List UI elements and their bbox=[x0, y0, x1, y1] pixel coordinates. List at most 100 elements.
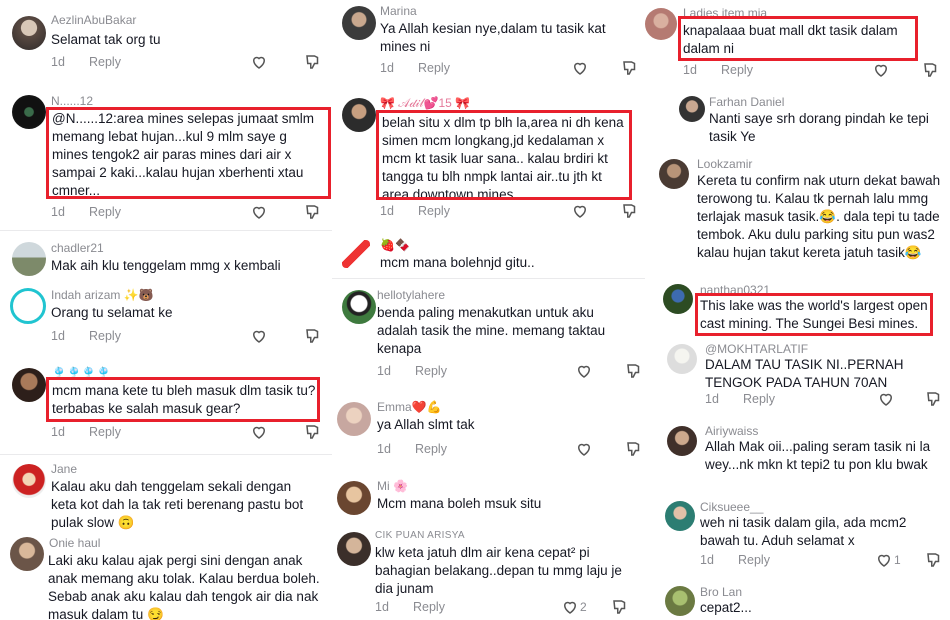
comment-username[interactable]: Onie haul bbox=[49, 536, 100, 550]
comment-username[interactable]: Bro Lan bbox=[700, 585, 742, 599]
avatar[interactable] bbox=[663, 284, 693, 314]
avatar[interactable] bbox=[342, 6, 376, 40]
dislike-icon[interactable] bbox=[620, 202, 640, 220]
like-heart-icon[interactable] bbox=[574, 440, 594, 458]
comment-username[interactable]: Jane bbox=[51, 462, 77, 476]
avatar[interactable] bbox=[342, 290, 376, 324]
comment-text: Laki aku kalau ajak pergi sini dengan an… bbox=[48, 553, 320, 620]
reply-button[interactable]: Reply bbox=[418, 61, 450, 75]
comment-username[interactable]: 🎀 𝒜𝒹𝒾𝓁💕15 🎀 bbox=[380, 96, 470, 111]
dislike-icon[interactable] bbox=[303, 53, 323, 71]
comment-username[interactable]: AezlinAbuBakar bbox=[51, 13, 136, 27]
avatar[interactable] bbox=[12, 464, 46, 498]
avatar[interactable] bbox=[342, 98, 376, 132]
like-heart-icon[interactable] bbox=[876, 390, 896, 408]
comment-username[interactable]: @MOKHTARLATIF bbox=[705, 342, 808, 356]
dislike-icon[interactable] bbox=[924, 551, 944, 569]
divider bbox=[0, 230, 332, 231]
comment-meta: 1d Reply bbox=[705, 392, 775, 406]
comment-username[interactable]: Airiywaiss bbox=[705, 424, 758, 438]
avatar[interactable] bbox=[10, 288, 46, 324]
like-heart-icon[interactable] bbox=[871, 61, 891, 79]
avatar[interactable] bbox=[665, 586, 695, 616]
reply-button[interactable]: Reply bbox=[418, 204, 450, 218]
avatar[interactable] bbox=[12, 242, 46, 276]
dislike-icon[interactable] bbox=[620, 59, 640, 77]
comment-meta: 1d Reply bbox=[377, 364, 447, 378]
comment-text: Mcm mana boleh msuk situ bbox=[377, 496, 542, 511]
avatar[interactable] bbox=[667, 426, 697, 456]
reply-button[interactable]: Reply bbox=[89, 55, 121, 69]
comment-username[interactable]: Farhan Daniel bbox=[709, 95, 784, 109]
avatar[interactable] bbox=[342, 240, 370, 268]
like-heart-icon[interactable] bbox=[249, 423, 269, 441]
comment-item: 🎀 𝒜𝒹𝒾𝓁💕15 🎀 belah situ x dlm tp blh la,a… bbox=[332, 92, 645, 222]
dislike-icon[interactable] bbox=[624, 440, 644, 458]
dislike-icon[interactable] bbox=[303, 423, 323, 441]
like-heart-icon[interactable] bbox=[874, 551, 894, 569]
comment-item: Mi 🌸 Mcm mana boleh msuk situ bbox=[332, 475, 645, 523]
comment-text: Allah Mak oii...paling seram tasik ni la… bbox=[705, 439, 931, 472]
comment-date: 1d bbox=[380, 61, 394, 75]
comment-username[interactable]: Ciksueee__ bbox=[700, 500, 763, 514]
comment-text: Mak aih klu tenggelam mmg x kembali bbox=[51, 258, 281, 273]
comment-item: Onie haul Laki aku kalau ajak pergi sini… bbox=[0, 534, 332, 620]
like-heart-icon[interactable] bbox=[574, 362, 594, 380]
reply-button[interactable]: Reply bbox=[89, 329, 121, 343]
comment-meta: 1d Reply bbox=[51, 205, 121, 219]
reply-button[interactable]: Reply bbox=[89, 425, 121, 439]
reply-button[interactable]: Reply bbox=[721, 63, 753, 77]
comment-username[interactable]: Marina bbox=[380, 4, 417, 18]
comment-username[interactable]: Lookzamir bbox=[697, 157, 752, 171]
dislike-icon[interactable] bbox=[921, 61, 941, 79]
reply-button[interactable]: Reply bbox=[89, 205, 121, 219]
comment-text: Selamat tak org tu bbox=[51, 32, 161, 47]
comment-username[interactable]: CIK PUAN ARISYA bbox=[375, 530, 465, 541]
avatar[interactable] bbox=[667, 344, 697, 374]
comment-item: AezlinAbuBakar Selamat tak org tu 1d Repl… bbox=[0, 0, 332, 80]
dislike-icon[interactable] bbox=[303, 203, 323, 221]
avatar[interactable] bbox=[337, 481, 371, 515]
comment-meta: 1d Reply bbox=[375, 600, 445, 614]
avatar[interactable] bbox=[12, 95, 46, 129]
comment-item: Ciksueee__ weh ni tasik dalam gila, ada … bbox=[645, 495, 950, 573]
comment-date: 1d bbox=[51, 425, 65, 439]
comment-username[interactable]: hellotylahere bbox=[377, 288, 445, 302]
comment-username[interactable]: N......12 bbox=[51, 94, 93, 108]
reply-button[interactable]: Reply bbox=[415, 364, 447, 378]
avatar[interactable] bbox=[659, 159, 689, 189]
highlight-box bbox=[376, 110, 632, 200]
comment-item: N......12 @N......12:area mines selepas … bbox=[0, 88, 332, 223]
comment-item: Indah arizam ✨🐻 Orang tu selamat ke 1d Re… bbox=[0, 283, 332, 353]
reply-button[interactable]: Reply bbox=[738, 553, 770, 567]
comment-date: 1d bbox=[377, 442, 391, 456]
avatar[interactable] bbox=[12, 16, 46, 50]
like-heart-icon[interactable] bbox=[249, 327, 269, 345]
avatar[interactable] bbox=[12, 368, 46, 402]
reply-button[interactable]: Reply bbox=[743, 392, 775, 406]
comment-username[interactable]: 🍓🍫 bbox=[380, 238, 410, 252]
avatar[interactable] bbox=[337, 402, 371, 436]
avatar[interactable] bbox=[645, 8, 677, 40]
like-heart-icon[interactable] bbox=[570, 59, 590, 77]
avatar[interactable] bbox=[665, 501, 695, 531]
dislike-icon[interactable] bbox=[924, 390, 944, 408]
avatar[interactable] bbox=[10, 537, 44, 571]
reply-button[interactable]: Reply bbox=[413, 600, 445, 614]
comment-item: Jane Kalau aku dah tenggelam sekali deng… bbox=[0, 458, 332, 534]
comment-username[interactable]: Mi 🌸 bbox=[377, 479, 408, 493]
comment-username[interactable]: Indah arizam ✨🐻 bbox=[51, 288, 154, 302]
like-heart-icon[interactable] bbox=[249, 53, 269, 71]
like-heart-icon[interactable] bbox=[560, 598, 580, 616]
comment-item: Emma❤️💪 ya Allah slmt tak 1d Reply bbox=[332, 396, 645, 466]
avatar[interactable] bbox=[679, 96, 705, 122]
comment-username[interactable]: chadler21 bbox=[51, 241, 104, 255]
dislike-icon[interactable] bbox=[610, 598, 630, 616]
like-heart-icon[interactable] bbox=[570, 202, 590, 220]
comment-username[interactable]: Emma❤️💪 bbox=[377, 400, 442, 414]
dislike-icon[interactable] bbox=[303, 327, 323, 345]
like-heart-icon[interactable] bbox=[249, 203, 269, 221]
reply-button[interactable]: Reply bbox=[415, 442, 447, 456]
dislike-icon[interactable] bbox=[624, 362, 644, 380]
avatar[interactable] bbox=[337, 532, 371, 566]
